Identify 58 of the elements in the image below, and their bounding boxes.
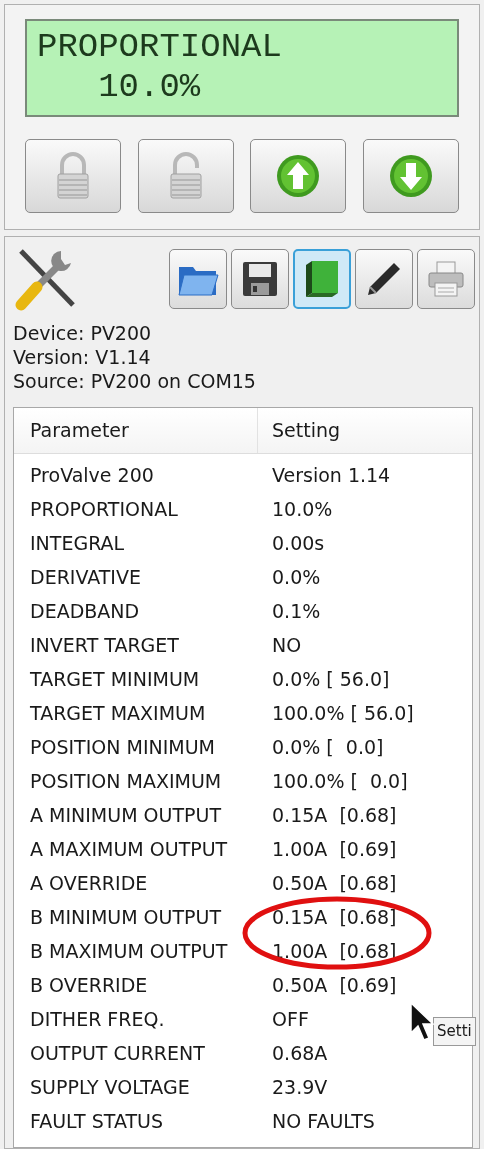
parameter-cell-text: TARGET MAXIMUM [29,700,207,726]
open-padlock-icon [167,152,204,200]
parameter-cell-text: PROPORTIONAL [29,496,179,522]
parameter-cell-text: POSITION MINIMUM [29,734,216,760]
setting-cell-text: 0.0% [271,564,321,590]
control-button[interactable] [250,139,347,213]
setting-cell-text: NO FAULTS [271,1108,375,1134]
info-text: Source: PV200 on COM15 [13,369,256,393]
control-button[interactable] [137,139,234,213]
setting-cell-text: 10.0% [271,496,333,522]
parameter-cell-text: DERIVATIVE [29,564,142,590]
control-button[interactable] [25,139,121,213]
tooltip: Setti [433,1017,476,1046]
setting-cell-text: 1.00A [0.69] [271,836,397,862]
setting-cell-text: 100.0% [ 56.0] [271,700,414,726]
parameter-cell-text: B MINIMUM OUTPUT [29,904,223,930]
setting-cell-text: 0.50A [0.68] [271,870,397,896]
column-header[interactable]: Parameter [14,408,258,453]
setting-cell-text: Version 1.14 [271,462,391,488]
parameter-cell-text: INVERT TARGET [29,632,180,658]
parameter-cell-text: INTEGRAL [29,530,126,556]
setting-cell-text: 0.15A [0.68] [271,904,397,930]
setting-cell-text: NO [271,632,302,658]
parameter-cell-text: TARGET MINIMUM [29,666,201,692]
column-header[interactable]: Setting [258,408,472,453]
parameter-cell-text: FAULT STATUS [29,1108,164,1134]
parameter-cell-text: DITHER FREQ. [29,1006,166,1032]
lcd-line: 10.0% [97,67,201,107]
parameter-cell-text: POSITION MAXIMUM [29,768,223,794]
setting-cell-text: 1.00A [0.68] [271,938,397,964]
parameter-cell-text: A MAXIMUM OUTPUT [29,836,229,862]
parameter-cell-text: OUTPUT CURRENT [29,1040,206,1066]
setting-cell-text: 0.0% [ 0.0] [271,734,384,760]
setting-cell-text: 23.9V [271,1074,328,1100]
parameter-cell-text: A MINIMUM OUTPUT [29,802,223,828]
setting-cell-text: 0.1% [271,598,321,624]
parameter-cell-text: SUPPLY VOLTAGE [29,1074,191,1100]
toolbar-button[interactable] [293,249,351,309]
parameter-cell-text: ProValve 200 [29,462,155,488]
setting-cell-text: OFF [271,1006,309,1032]
toolbar-button[interactable] [355,249,413,309]
printer-icon [426,259,466,299]
lcd-line: PROPORTIONAL [37,27,282,67]
parameter-cell-text: B OVERRIDE [29,972,149,998]
padlock-icon [55,152,91,200]
control-button[interactable] [362,139,459,213]
setting-cell-text: 0.68A [271,1040,328,1066]
parameter-cell-text: B MAXIMUM OUTPUT [29,938,229,964]
setting-cell-text: 0.00s [271,530,325,556]
setting-cell-text: 100.0% [ 0.0] [271,768,408,794]
parameter-cell-text: DEADBAND [29,598,141,624]
setting-cell-text: 0.15A [0.68] [271,802,397,828]
info-text: Device: PV200 [13,321,152,345]
toolbar-button[interactable] [231,249,289,309]
parameter-cell-text: A OVERRIDE [29,870,149,896]
info-text: Version: V1.14 [13,345,151,369]
setting-cell-text: 0.50A [0.69] [271,972,397,998]
setting-cell-text: 0.0% [ 56.0] [271,666,390,692]
